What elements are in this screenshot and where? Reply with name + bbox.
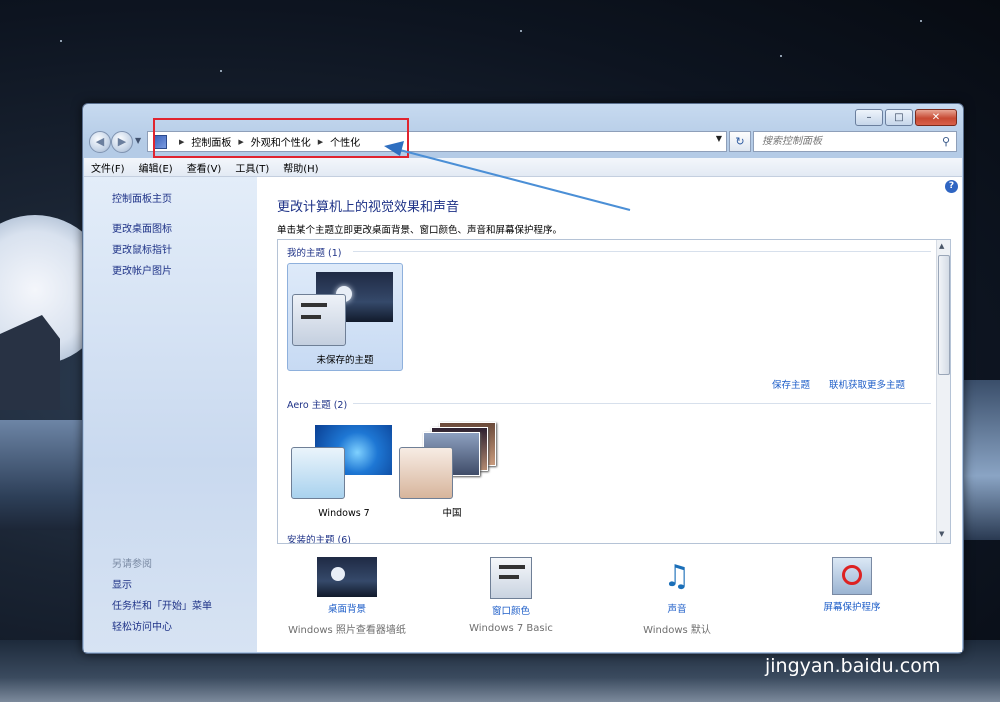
- arrow-shaft: [395, 148, 631, 211]
- watermark-url: jingyan.baidu.com: [765, 655, 941, 677]
- arrow-head: [384, 141, 404, 156]
- watermark-logo: Bai 经验: [768, 616, 915, 656]
- annotation-arrow: [384, 141, 631, 211]
